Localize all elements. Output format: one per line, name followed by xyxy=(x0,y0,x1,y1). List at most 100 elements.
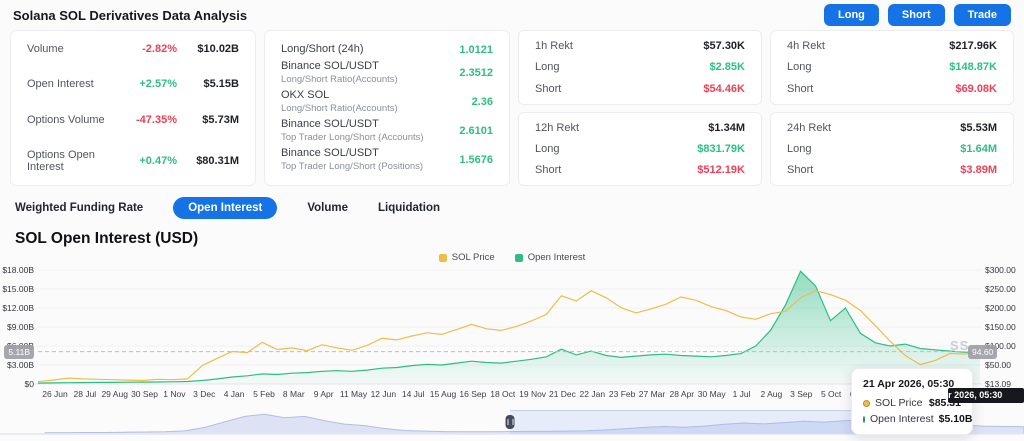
tab-weighted-funding-rate[interactable]: Weighted Funding Rate xyxy=(15,202,143,214)
rekt-long-label: Long xyxy=(535,142,560,155)
x-axis-tick: 9 Apr xyxy=(313,389,334,399)
stat-change: -2.82% xyxy=(142,43,177,55)
x-axis-tick: 15 Aug xyxy=(429,389,457,399)
x-axis-tick: 8 Mar xyxy=(282,389,305,399)
x-axis-tick: 11 May xyxy=(339,389,368,399)
x-axis-tick: 26 Jun xyxy=(42,389,68,399)
x-axis-tick: 30 May xyxy=(697,389,726,399)
x-axis-tick: 16 Sep xyxy=(459,389,487,399)
stat-values: +0.47% $80.31M xyxy=(125,155,239,167)
x-axis-tick: 12 Jun xyxy=(370,389,397,399)
ratio-value: 1.0121 xyxy=(459,43,493,56)
rekt-short-label: Short xyxy=(535,164,562,176)
x-axis-tick: 5 Oct xyxy=(820,389,842,399)
header-buttons: Long Short Trade xyxy=(824,4,1011,26)
navigator-left-handle-icon[interactable] xyxy=(505,415,515,429)
rekt-short-row: Short $512.19K xyxy=(535,164,745,176)
tooltip-series-name: Open Interest xyxy=(870,413,934,425)
x-axis-tick: 28 Apr xyxy=(669,389,695,399)
rekt-total-value: $5.53M xyxy=(960,121,997,134)
rekt-title: 1h Rekt xyxy=(535,40,573,52)
stat-row: Options Volume -47.35% $5.73M xyxy=(27,114,239,126)
x-axis-tick: 28 Jul xyxy=(73,389,97,399)
x-axis-tick: 1 Jul xyxy=(732,389,751,399)
rekt-long-label: Long xyxy=(787,61,812,74)
tab-open-interest[interactable]: Open Interest xyxy=(173,197,278,219)
open-interest-chart: SOL Price Open Interest $18.00B $15.00B $12… xyxy=(0,250,1024,441)
ratio-label: OKX SOL Long/Short Ratio(Accounts) xyxy=(281,89,398,115)
x-axis-tick: 27 Mar xyxy=(638,389,666,399)
x-axis-tick: 19 Nov xyxy=(519,389,547,399)
rekt-long-label: Long xyxy=(787,142,812,155)
rekt-long-value: $148.87K xyxy=(949,61,997,74)
ratio-row: Binance SOL/USDT Top Trader Long/Short (P… xyxy=(281,147,493,173)
page-title: Solana SOL Derivatives Data Analysis xyxy=(13,7,248,23)
left-axis-tick: $18.00B xyxy=(2,265,34,275)
x-axis-tick: 21 Dec xyxy=(548,389,576,399)
rekt-long-value: $831.79K xyxy=(697,142,745,155)
left-axis-tick: $15.00B xyxy=(2,284,34,294)
rekt-short-value: $54.46K xyxy=(703,82,745,95)
x-axis-tick: 30 Sep xyxy=(131,389,159,399)
trade-button[interactable]: Trade xyxy=(953,4,1011,26)
ratio-label-main: Binance SOL/USDT xyxy=(281,60,379,73)
watermark-fragment: SS xyxy=(950,338,970,353)
ratio-row: Binance SOL/USDT Top Trader Long/Short (A… xyxy=(281,118,493,144)
short-button[interactable]: Short xyxy=(887,4,945,26)
rekt-short-row: Short $69.08K xyxy=(787,83,997,95)
right-axis-tick: $250.00 xyxy=(985,284,1016,294)
stat-value: $5.15B xyxy=(203,78,239,91)
ratio-value: 2.6101 xyxy=(459,125,493,138)
ratio-label: Binance SOL/USDT Top Trader Long/Short (A… xyxy=(281,118,424,144)
right-axis-tick: $300.00 xyxy=(985,265,1016,275)
rekt-short-row: Short $54.46K xyxy=(535,83,745,95)
rekt-short-value: $512.19K xyxy=(697,164,745,176)
stat-change: +0.47% xyxy=(139,154,177,167)
ratio-label-sub: Long/Short Ratio(Accounts) xyxy=(281,103,398,114)
stat-label: Options Volume xyxy=(27,113,105,126)
rekt-card: 1h Rekt $57.30K Long $2.85K Short $54.46K xyxy=(518,30,762,105)
stat-label: Volume xyxy=(27,43,64,55)
stat-values: +2.57% $5.15B xyxy=(125,78,239,90)
rekt-short-label: Short xyxy=(535,82,562,95)
derivatives-dashboard: Solana SOL Derivatives Data Analysis Lon… xyxy=(0,0,1024,441)
x-axis-tick: 3 Sep xyxy=(790,389,813,399)
stat-values: -47.35% $5.73M xyxy=(125,114,239,126)
stat-row: Options Open Interest +0.47% $80.31M xyxy=(27,149,239,173)
left-axis-tick: $0 xyxy=(24,379,34,389)
tooltip-series-dot-icon xyxy=(863,399,870,407)
rekt-title: 4h Rekt xyxy=(787,40,825,52)
tab-volume[interactable]: Volume xyxy=(307,202,348,214)
ratio-label: Binance SOL/USDT Top Trader Long/Short (P… xyxy=(281,147,423,173)
header: Solana SOL Derivatives Data Analysis Lon… xyxy=(0,0,1024,30)
crosshair-date-badge: 21 Apr 2026, 05:30 xyxy=(948,388,1024,403)
ratio-label-main: Long/Short (24h) xyxy=(281,43,364,55)
tooltip-series-value: $5.10B xyxy=(938,413,973,425)
rekt-title: 24h Rekt xyxy=(787,121,832,134)
open-interest-area xyxy=(38,271,980,384)
long-button[interactable]: Long xyxy=(824,4,879,26)
x-axis-tick: 5 Feb xyxy=(253,389,275,399)
rekt-long-value: $2.85K xyxy=(709,61,745,74)
ratio-row: Long/Short (24h) 1.0121 xyxy=(281,43,493,57)
stat-label: Options Open Interest xyxy=(27,148,95,173)
ratio-row: OKX SOL Long/Short Ratio(Accounts) 2.36 xyxy=(281,89,493,115)
tooltip-series-dot-icon xyxy=(863,415,865,423)
longshort-ratios-card: Long/Short (24h) 1.0121 Binance SOL/USDT Lo… xyxy=(264,30,510,186)
rekt-card: 4h Rekt $217.96K Long $148.87K Short $69.08K xyxy=(770,30,1014,105)
ratio-label-main: OKX SOL xyxy=(281,89,330,102)
rekt-short-label: Short xyxy=(787,82,814,95)
ratio-label: Long/Short (24h) xyxy=(281,43,364,57)
tab-liquidation[interactable]: Liquidation xyxy=(378,202,440,214)
rekt-long-row: Long $2.85K xyxy=(535,61,745,73)
ratio-label-sub: Long/Short Ratio(Accounts) xyxy=(281,73,398,85)
left-axis-tick: $9.00B xyxy=(7,322,34,332)
rekt-total-value: $217.96K xyxy=(949,40,997,52)
stat-row: Open Interest +2.57% $5.15B xyxy=(27,78,239,90)
ratio-label-main: Binance SOL/USDT xyxy=(281,118,379,131)
rekt-long-row: Long $148.87K xyxy=(787,61,997,73)
x-axis-tick: 4 Jan xyxy=(223,389,245,399)
rekt-total-row: 24h Rekt $5.53M xyxy=(787,122,997,134)
ratio-value: 2.36 xyxy=(471,96,493,109)
rekt-total-value: $57.30K xyxy=(703,40,745,52)
